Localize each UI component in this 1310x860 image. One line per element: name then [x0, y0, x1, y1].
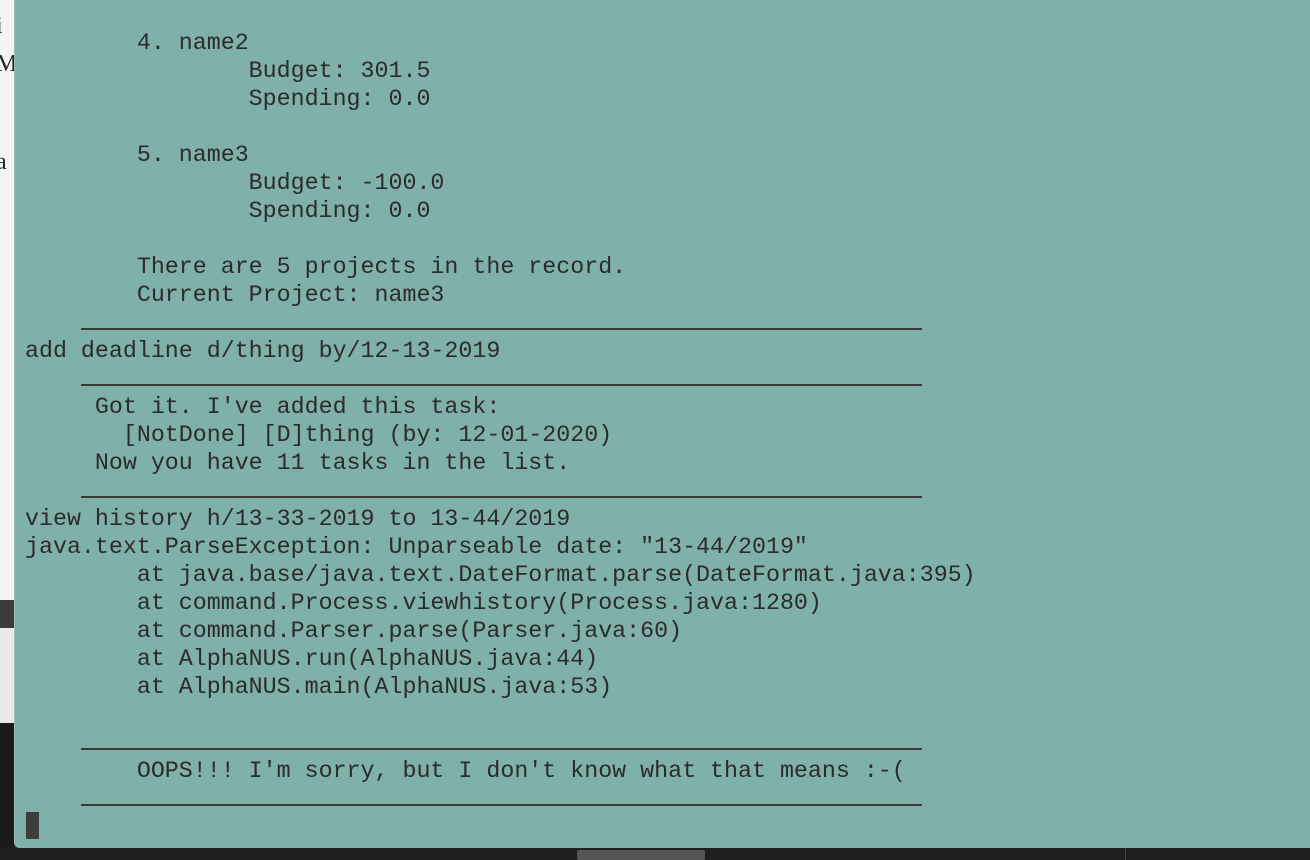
background-document: i M a: [0, 0, 14, 600]
terminal-line: at command.Parser.parse(Parser.java:60): [25, 618, 683, 644]
terminal-line: add deadline d/thing by/12-13-2019: [25, 338, 501, 364]
bottom-scrollbar-thumb[interactable]: [577, 850, 705, 860]
terminal-output: 4. name2 Budget: 301.5 Spending: 0.0 5. …: [25, 29, 976, 813]
terminal-cursor: [26, 812, 39, 839]
terminal-line: There are 5 projects in the record.: [25, 254, 627, 280]
terminal-line: Now you have 11 tasks in the list.: [25, 450, 571, 476]
background-panel: [0, 600, 14, 628]
background-text-fragment: a: [0, 149, 7, 175]
bottom-divider: [1125, 848, 1126, 860]
separator-rule: [25, 785, 976, 813]
terminal-line: at java.base/java.text.DateFormat.parse(…: [25, 562, 976, 588]
terminal-line: java.text.ParseException: Unparseable da…: [25, 534, 808, 560]
terminal-line: view history h/13-33-2019 to 13-44/2019: [25, 506, 571, 532]
separator-rule: [25, 365, 976, 393]
background-text-fragment: i: [0, 14, 3, 38]
terminal-line: Budget: 301.5: [25, 58, 431, 84]
terminal-line: Budget: -100.0: [25, 170, 445, 196]
separator-rule: [25, 309, 976, 337]
terminal-line: 5. name3: [25, 142, 249, 168]
screen: i M a 4. name2 Budget: 301.5 Spending: 0…: [0, 0, 1310, 860]
separator-rule: [25, 477, 976, 505]
terminal-line: Spending: 0.0: [25, 198, 431, 224]
separator-rule: [25, 729, 976, 757]
terminal-line: at AlphaNUS.run(AlphaNUS.java:44): [25, 646, 599, 672]
background-text-fragment: M: [0, 51, 14, 77]
terminal-line: Current Project: name3: [25, 282, 445, 308]
background-panel: [0, 723, 14, 860]
terminal-line: at command.Process.viewhistory(Process.j…: [25, 590, 822, 616]
background-panel: [0, 628, 14, 723]
terminal-line: [NotDone] [D]thing (by: 12-01-2020): [25, 422, 613, 448]
terminal-line: 4. name2: [25, 30, 249, 56]
terminal-window[interactable]: 4. name2 Budget: 301.5 Spending: 0.0 5. …: [14, 0, 1310, 848]
terminal-line: Got it. I've added this task:: [25, 394, 501, 420]
terminal-line: at AlphaNUS.main(AlphaNUS.java:53): [25, 674, 613, 700]
terminal-line: Spending: 0.0: [25, 86, 431, 112]
terminal-line: OOPS!!! I'm sorry, but I don't know what…: [25, 758, 906, 784]
